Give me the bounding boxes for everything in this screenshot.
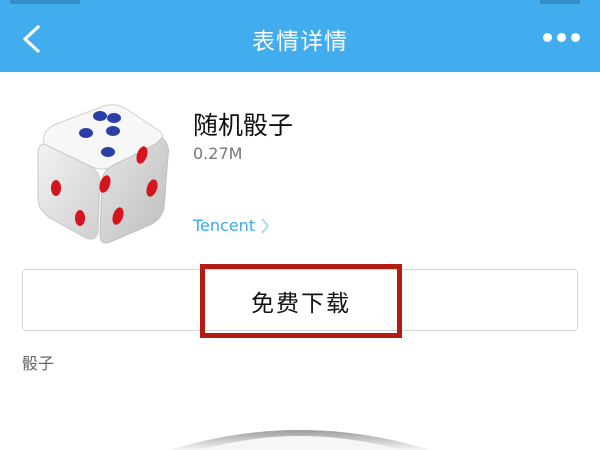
status-bar-fragment [540, 0, 580, 4]
dice-icon [37, 104, 169, 244]
free-download-button[interactable]: 免费下载 [205, 278, 397, 324]
pack-title: 随机骰子 [193, 111, 294, 140]
page-title: 表情详情 [252, 29, 348, 55]
tag-label: 骰子 [22, 354, 55, 373]
author-name: Tencent [193, 216, 256, 235]
pack-size: 0.27M [193, 144, 243, 163]
more-dots-icon[interactable] [541, 31, 581, 45]
author-link[interactable]: Tencent [193, 216, 270, 235]
preview-image-partial [170, 430, 430, 450]
status-bar-fragment [10, 0, 80, 4]
header-bar: 表情详情 [0, 0, 600, 72]
chevron-right-icon [261, 217, 270, 234]
